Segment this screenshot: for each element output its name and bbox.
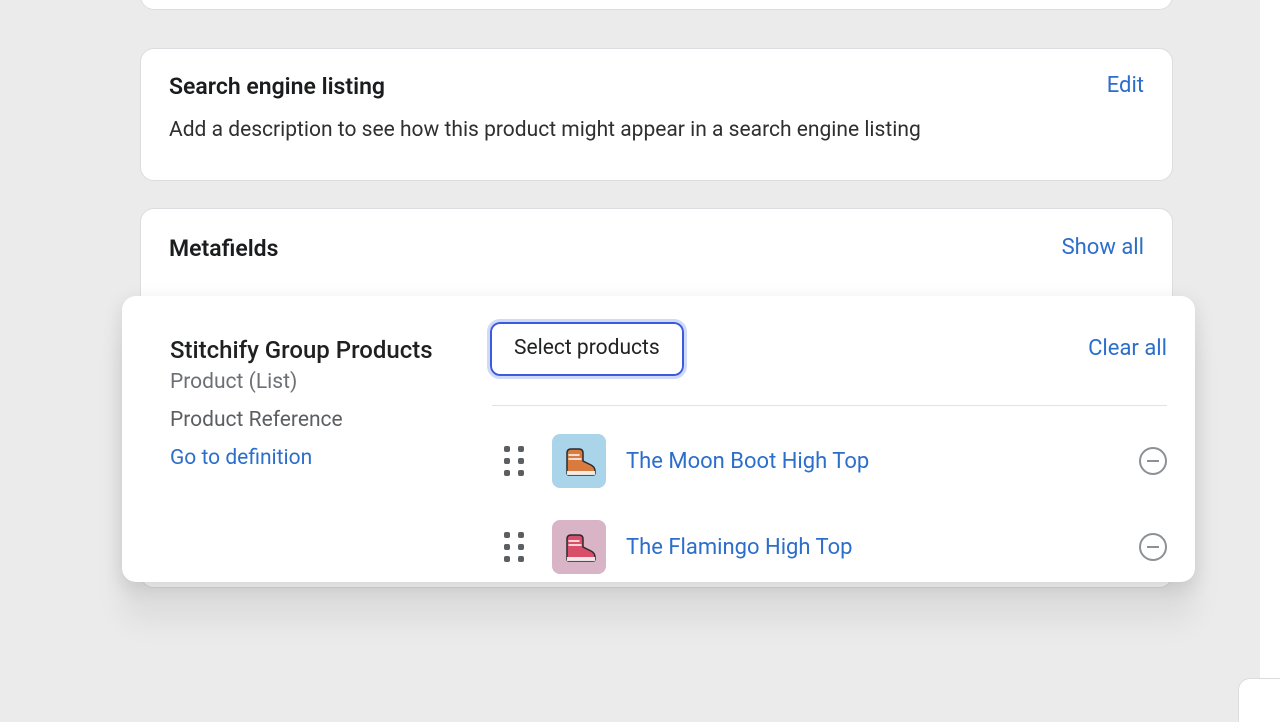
show-all-link[interactable]: Show all xyxy=(1062,235,1144,260)
corner-widget[interactable] xyxy=(1238,678,1280,722)
boot-icon xyxy=(559,441,599,481)
metafield-name: Stitchify Group Products xyxy=(170,336,492,364)
search-engine-listing-card: Search engine listing Edit Add a descrip… xyxy=(140,48,1173,181)
select-products-button[interactable]: Select products xyxy=(490,322,684,376)
clear-all-link[interactable]: Clear all xyxy=(1088,336,1167,361)
product-row: The Flamingo High Top xyxy=(504,514,1167,580)
minus-icon xyxy=(1147,546,1159,548)
edit-link[interactable]: Edit xyxy=(1107,73,1144,98)
search-engine-listing-title: Search engine listing xyxy=(169,73,385,100)
metafield-type-label: Product (List) xyxy=(170,370,492,394)
metafield-editor-popover: Stitchify Group Products Product (List) … xyxy=(122,296,1195,582)
search-engine-listing-description: Add a description to see how this produc… xyxy=(169,118,1144,142)
drag-handle-icon[interactable] xyxy=(504,532,526,562)
product-thumbnail xyxy=(552,434,606,488)
product-thumbnail xyxy=(552,520,606,574)
remove-product-button[interactable] xyxy=(1139,447,1167,475)
metafield-reference-label: Product Reference xyxy=(170,408,492,432)
product-row: The Moon Boot High Top xyxy=(504,428,1167,494)
metafields-title: Metafields xyxy=(169,235,278,262)
product-link[interactable]: The Moon Boot High Top xyxy=(626,449,1139,474)
previous-card-edge xyxy=(140,0,1173,10)
remove-product-button[interactable] xyxy=(1139,533,1167,561)
scrollbar-edge xyxy=(1260,0,1280,720)
selected-products-list: The Moon Boot High Top The Flamingo High … xyxy=(504,428,1167,600)
drag-handle-icon[interactable] xyxy=(504,446,526,476)
go-to-definition-link[interactable]: Go to definition xyxy=(170,446,492,470)
minus-icon xyxy=(1147,460,1159,462)
divider xyxy=(492,405,1167,406)
boot-icon xyxy=(559,527,599,567)
product-link[interactable]: The Flamingo High Top xyxy=(626,535,1139,560)
